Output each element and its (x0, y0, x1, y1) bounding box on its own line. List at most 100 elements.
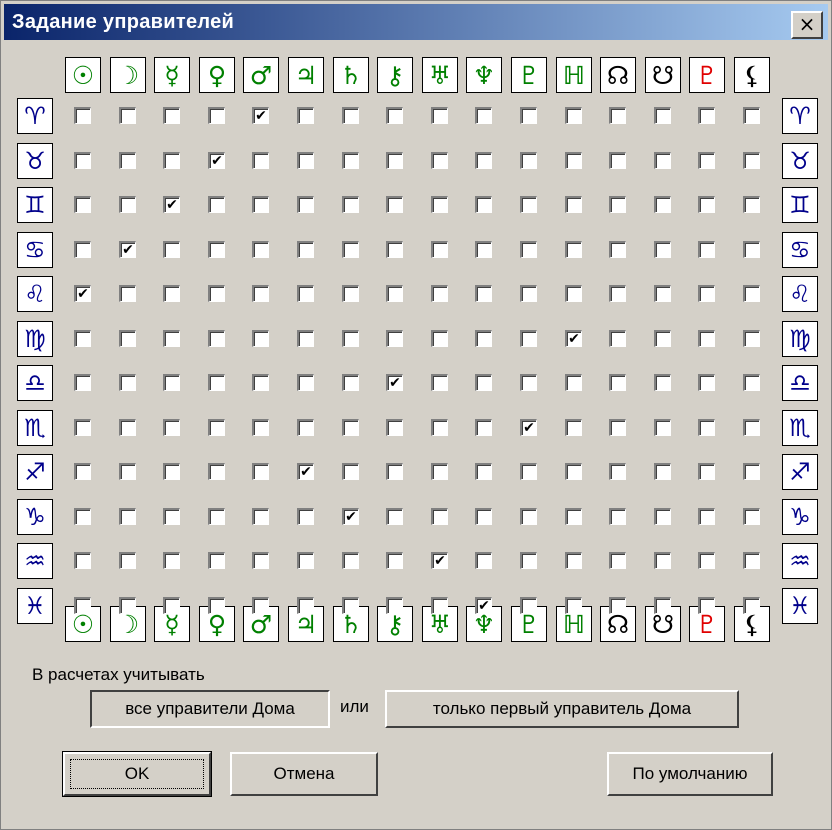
checkbox-taurus-uranus[interactable] (431, 152, 448, 169)
checkbox-gemini-venus[interactable] (208, 196, 225, 213)
checkbox-scorpio-north-node[interactable] (609, 419, 626, 436)
checkbox-aquarius-mercury[interactable] (163, 552, 180, 569)
checkbox-aquarius-saturn[interactable] (342, 552, 359, 569)
checkbox-aquarius-red-planet[interactable] (698, 552, 715, 569)
checkbox-scorpio-saturn[interactable] (342, 419, 359, 436)
checkbox-virgo-jupiter[interactable] (297, 330, 314, 347)
checkbox-libra-mars[interactable] (252, 374, 269, 391)
checkbox-taurus-black-moon[interactable] (743, 152, 760, 169)
checkbox-aries-mars[interactable]: ✔ (252, 107, 269, 124)
checkbox-capricorn-jupiter[interactable] (297, 508, 314, 525)
checkbox-aries-north-node[interactable] (609, 107, 626, 124)
checkbox-pisces-south-node[interactable] (654, 597, 671, 614)
checkbox-aries-neptune[interactable] (475, 107, 492, 124)
checkbox-cancer-jupiter[interactable] (297, 241, 314, 258)
checkbox-libra-proserpina[interactable] (565, 374, 582, 391)
checkbox-capricorn-mars[interactable] (252, 508, 269, 525)
checkbox-gemini-mars[interactable] (252, 196, 269, 213)
checkbox-virgo-south-node[interactable] (654, 330, 671, 347)
checkbox-cancer-neptune[interactable] (475, 241, 492, 258)
checkbox-aquarius-jupiter[interactable] (297, 552, 314, 569)
checkbox-pisces-north-node[interactable] (609, 597, 626, 614)
checkbox-gemini-mercury[interactable]: ✔ (163, 196, 180, 213)
checkbox-leo-north-node[interactable] (609, 285, 626, 302)
checkbox-aries-chiron[interactable] (386, 107, 403, 124)
checkbox-gemini-saturn[interactable] (342, 196, 359, 213)
checkbox-sagittarius-neptune[interactable] (475, 463, 492, 480)
checkbox-leo-venus[interactable] (208, 285, 225, 302)
checkbox-capricorn-proserpina[interactable] (565, 508, 582, 525)
checkbox-sagittarius-mars[interactable] (252, 463, 269, 480)
checkbox-scorpio-red-planet[interactable] (698, 419, 715, 436)
default-button[interactable]: По умолчанию (607, 752, 773, 796)
checkbox-cancer-proserpina[interactable] (565, 241, 582, 258)
checkbox-capricorn-north-node[interactable] (609, 508, 626, 525)
checkbox-scorpio-venus[interactable] (208, 419, 225, 436)
checkbox-pisces-mars[interactable] (252, 597, 269, 614)
checkbox-capricorn-south-node[interactable] (654, 508, 671, 525)
checkbox-libra-saturn[interactable] (342, 374, 359, 391)
checkbox-virgo-uranus[interactable] (431, 330, 448, 347)
checkbox-aquarius-neptune[interactable] (475, 552, 492, 569)
first-ruler-button[interactable]: только первый управитель Дома (385, 690, 739, 728)
checkbox-scorpio-neptune[interactable] (475, 419, 492, 436)
checkbox-virgo-chiron[interactable] (386, 330, 403, 347)
checkbox-sagittarius-jupiter[interactable]: ✔ (297, 463, 314, 480)
checkbox-sagittarius-south-node[interactable] (654, 463, 671, 480)
checkbox-gemini-uranus[interactable] (431, 196, 448, 213)
checkbox-libra-mercury[interactable] (163, 374, 180, 391)
checkbox-aries-pluto[interactable] (520, 107, 537, 124)
checkbox-capricorn-mercury[interactable] (163, 508, 180, 525)
checkbox-scorpio-chiron[interactable] (386, 419, 403, 436)
checkbox-aquarius-proserpina[interactable] (565, 552, 582, 569)
checkbox-libra-neptune[interactable] (475, 374, 492, 391)
checkbox-cancer-mercury[interactable] (163, 241, 180, 258)
checkbox-libra-pluto[interactable] (520, 374, 537, 391)
checkbox-sagittarius-saturn[interactable] (342, 463, 359, 480)
checkbox-cancer-mars[interactable] (252, 241, 269, 258)
checkbox-gemini-red-planet[interactable] (698, 196, 715, 213)
checkbox-gemini-sun[interactable] (74, 196, 91, 213)
checkbox-virgo-mercury[interactable] (163, 330, 180, 347)
checkbox-cancer-pluto[interactable] (520, 241, 537, 258)
checkbox-leo-red-planet[interactable] (698, 285, 715, 302)
checkbox-cancer-black-moon[interactable] (743, 241, 760, 258)
checkbox-aquarius-chiron[interactable] (386, 552, 403, 569)
checkbox-aries-venus[interactable] (208, 107, 225, 124)
checkbox-taurus-mars[interactable] (252, 152, 269, 169)
checkbox-scorpio-mars[interactable] (252, 419, 269, 436)
checkbox-taurus-jupiter[interactable] (297, 152, 314, 169)
checkbox-sagittarius-red-planet[interactable] (698, 463, 715, 480)
checkbox-capricorn-chiron[interactable] (386, 508, 403, 525)
checkbox-aries-jupiter[interactable] (297, 107, 314, 124)
checkbox-virgo-mars[interactable] (252, 330, 269, 347)
checkbox-libra-red-planet[interactable] (698, 374, 715, 391)
checkbox-scorpio-mercury[interactable] (163, 419, 180, 436)
checkbox-pisces-mercury[interactable] (163, 597, 180, 614)
checkbox-libra-north-node[interactable] (609, 374, 626, 391)
checkbox-pisces-neptune[interactable]: ✔ (475, 597, 492, 614)
checkbox-aries-proserpina[interactable] (565, 107, 582, 124)
checkbox-taurus-saturn[interactable] (342, 152, 359, 169)
checkbox-sagittarius-sun[interactable] (74, 463, 91, 480)
checkbox-capricorn-pluto[interactable] (520, 508, 537, 525)
checkbox-aquarius-moon[interactable] (119, 552, 136, 569)
checkbox-virgo-saturn[interactable] (342, 330, 359, 347)
checkbox-gemini-moon[interactable] (119, 196, 136, 213)
checkbox-libra-jupiter[interactable] (297, 374, 314, 391)
checkbox-scorpio-pluto[interactable]: ✔ (520, 419, 537, 436)
checkbox-taurus-north-node[interactable] (609, 152, 626, 169)
checkbox-virgo-north-node[interactable] (609, 330, 626, 347)
checkbox-virgo-venus[interactable] (208, 330, 225, 347)
checkbox-aries-red-planet[interactable] (698, 107, 715, 124)
checkbox-aquarius-south-node[interactable] (654, 552, 671, 569)
checkbox-leo-mercury[interactable] (163, 285, 180, 302)
checkbox-leo-jupiter[interactable] (297, 285, 314, 302)
checkbox-taurus-mercury[interactable] (163, 152, 180, 169)
checkbox-scorpio-black-moon[interactable] (743, 419, 760, 436)
checkbox-capricorn-moon[interactable] (119, 508, 136, 525)
checkbox-aquarius-north-node[interactable] (609, 552, 626, 569)
checkbox-leo-saturn[interactable] (342, 285, 359, 302)
checkbox-virgo-neptune[interactable] (475, 330, 492, 347)
cancel-button[interactable]: Отмена (230, 752, 378, 796)
